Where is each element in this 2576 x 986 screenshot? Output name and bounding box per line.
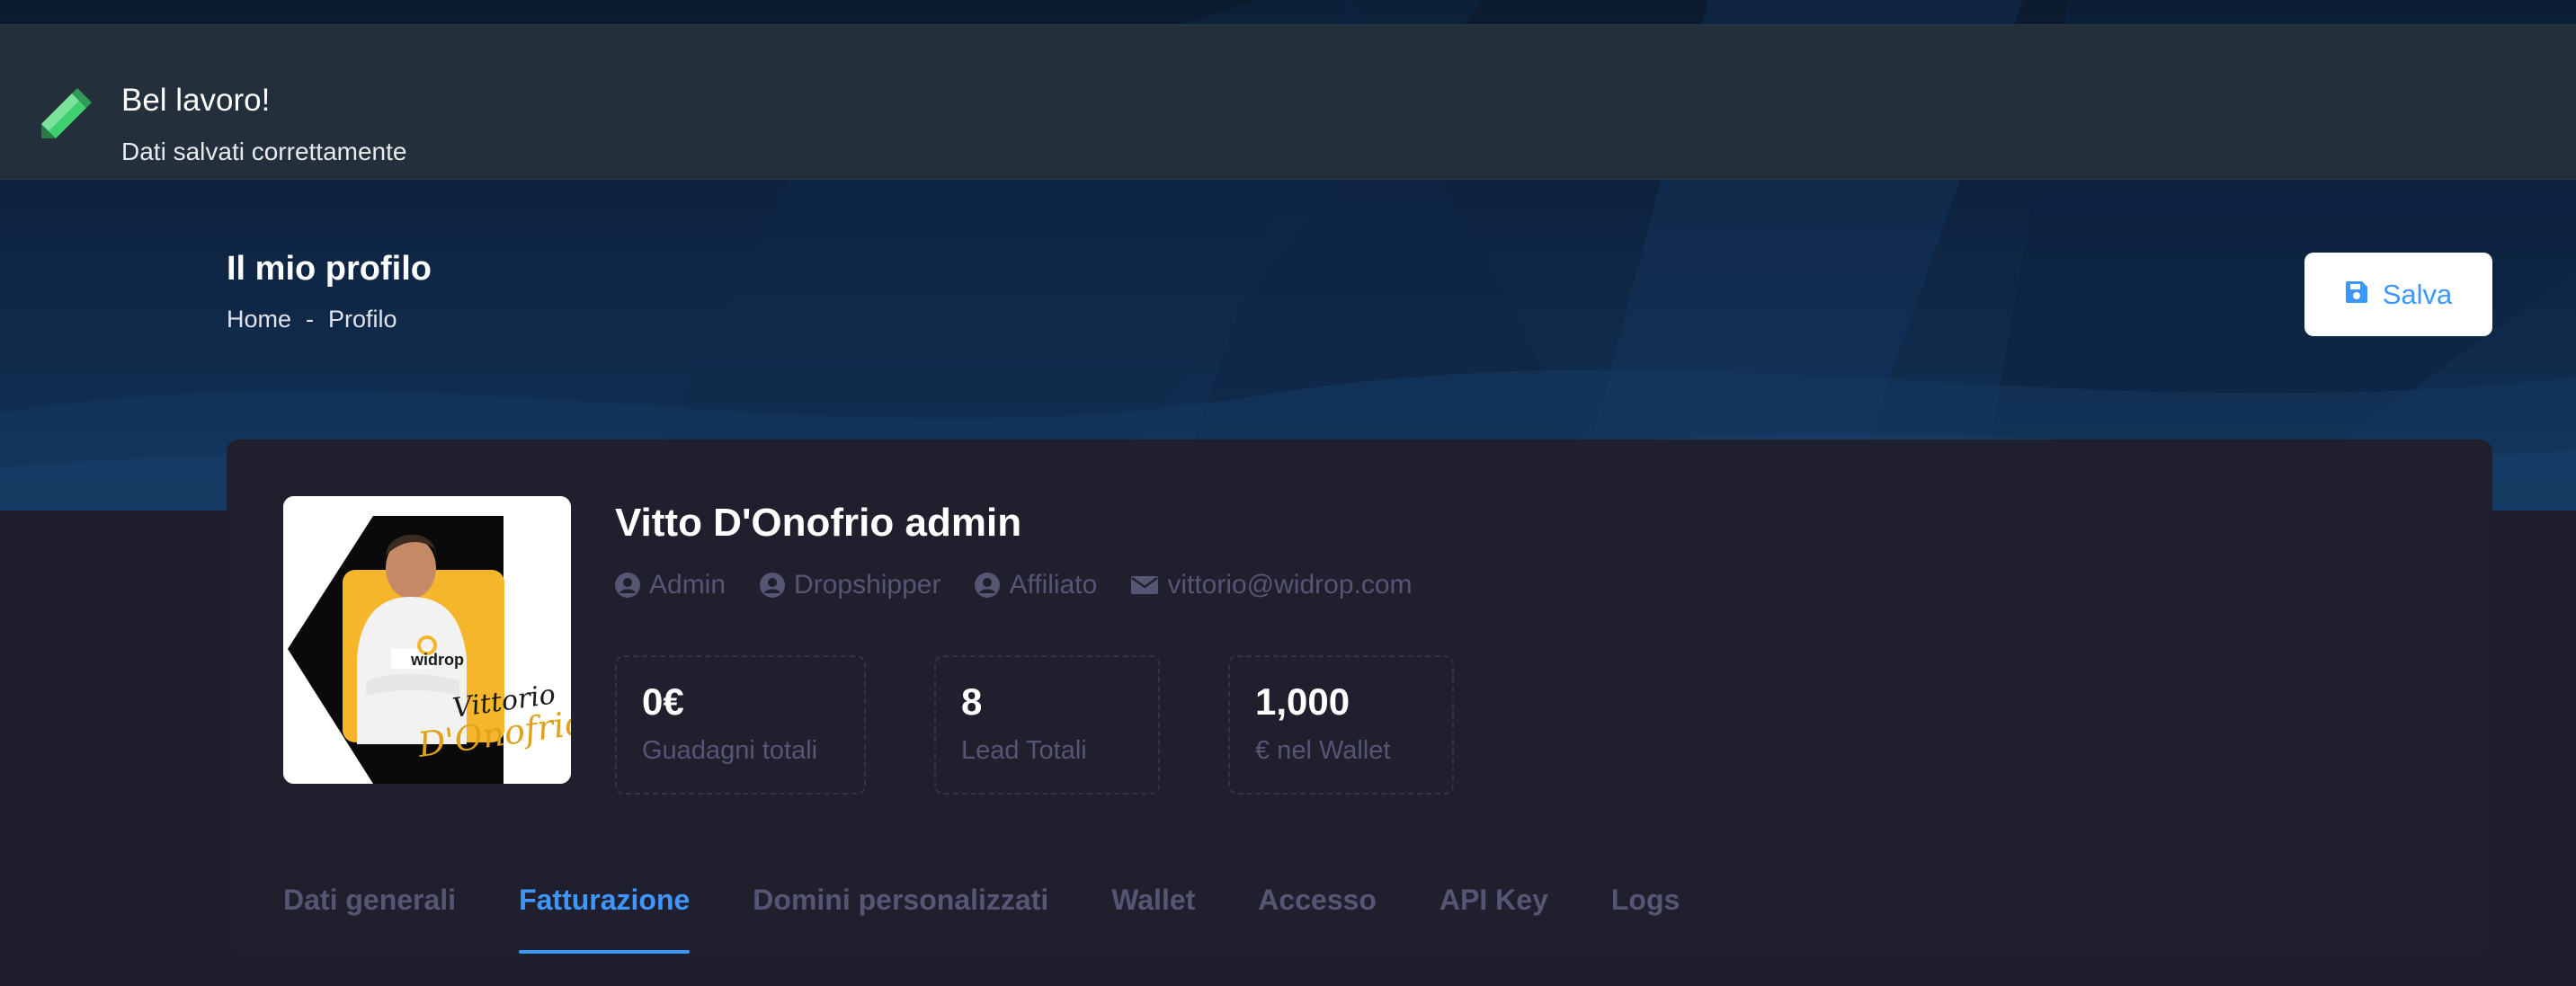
user-name: Vitto D'Onofrio admin (615, 501, 1022, 545)
role-dropshipper[interactable]: Dropshipper (760, 570, 940, 600)
save-button[interactable]: Salva (2304, 253, 2492, 336)
stat-label: Lead Totali (961, 736, 1087, 765)
breadcrumb-home[interactable]: Home (227, 306, 291, 333)
floppy-disk-icon (2345, 279, 2368, 311)
profile-card: widrop Vittorio D'Onofrio Vitto D'Onofri… (227, 440, 2492, 954)
stat-value: 0€ (642, 680, 684, 723)
stat-wallet: 1,000 € nel Wallet (1228, 655, 1454, 795)
stat-value: 8 (961, 680, 983, 723)
user-circle-icon (615, 573, 640, 598)
tab-accesso[interactable]: Accesso (1258, 880, 1377, 954)
save-button-label: Salva (2382, 278, 2453, 310)
role-label: Admin (649, 570, 726, 600)
avatar-brand-text: widrop (410, 651, 464, 669)
user-email[interactable]: vittorio@widrop.com (1131, 570, 1413, 600)
email-label: vittorio@widrop.com (1167, 570, 1413, 600)
breadcrumb-separator: - (306, 306, 315, 333)
user-circle-icon (760, 573, 786, 598)
avatar: widrop Vittorio D'Onofrio (283, 496, 571, 784)
notification-message: Dati salvati correttamente (121, 138, 407, 165)
role-affiliato[interactable]: Affiliato (975, 570, 1097, 600)
user-roles: Admin Dropshipper Affiliato vittorio@wid… (615, 570, 1447, 600)
breadcrumb: Home - Profilo (227, 306, 397, 333)
user-circle-icon (975, 573, 1001, 598)
success-notification: Bel lavoro! Dati salvati correttamente (0, 24, 2576, 180)
role-label: Dropshipper (794, 570, 941, 600)
tab-dati-generali[interactable]: Dati generali (283, 880, 456, 954)
stat-leads: 8 Lead Totali (934, 655, 1160, 795)
tab-api-key[interactable]: API Key (1440, 880, 1548, 954)
stat-label: Guadagni totali (642, 736, 818, 765)
tab-logs[interactable]: Logs (1611, 880, 1680, 954)
stat-earnings: 0€ Guadagni totali (615, 655, 866, 795)
breadcrumb-profile: Profilo (328, 306, 397, 333)
page-title: Il mio profilo (227, 250, 432, 288)
stat-label: € nel Wallet (1255, 736, 1391, 765)
envelope-icon (1131, 576, 1159, 594)
tab-wallet[interactable]: Wallet (1111, 880, 1195, 954)
role-admin[interactable]: Admin (615, 570, 726, 600)
stat-value: 1,000 (1255, 680, 1350, 723)
tab-domini-personalizzati[interactable]: Domini personalizzati (753, 880, 1048, 954)
avatar-image: widrop Vittorio D'Onofrio (283, 496, 571, 784)
profile-tabs: Dati generali Fatturazione Domini person… (283, 880, 1743, 954)
tab-fatturazione[interactable]: Fatturazione (519, 880, 691, 954)
notification-title: Bel lavoro! (121, 83, 271, 118)
pencil-icon (36, 88, 92, 144)
role-label: Affiliato (1009, 570, 1098, 600)
